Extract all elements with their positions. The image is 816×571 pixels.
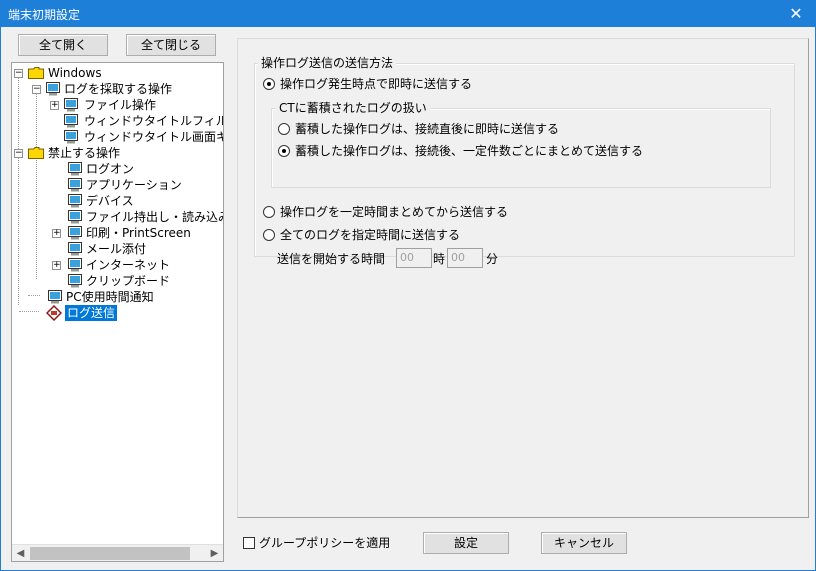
monitor-icon — [64, 98, 78, 112]
tree-item-windows[interactable]: − Windows — [12, 65, 212, 81]
monitor-icon — [48, 290, 62, 304]
tree-label: ウィンドウタイトルフィルタ — [84, 114, 223, 128]
radio-immediate[interactable]: 操作ログ発生時点で即時に送信する — [263, 76, 563, 92]
collapse-all-button[interactable]: 全て閉じる — [126, 34, 216, 56]
start-time-label: 送信を開始する時間 — [277, 252, 386, 266]
monitor-icon — [68, 162, 82, 176]
settings-button[interactable]: 設定 — [423, 532, 509, 554]
tree-item-internet[interactable]: + インターネット — [12, 257, 212, 273]
tree-item-logon[interactable]: ログオン — [12, 161, 212, 177]
minute-unit: 分 — [486, 252, 499, 266]
settings-tree[interactable]: − Windows − ログを採取する操作 + ファイル操作 ウィンドウタイトル… — [11, 62, 224, 562]
tree-label: Windows — [48, 66, 102, 80]
radio-scheduled[interactable]: 全てのログを指定時間に送信する — [263, 227, 563, 243]
tree-label: ウィンドウタイトル画面キャ — [84, 130, 223, 144]
tree-label: ログを採取する操作 — [64, 82, 173, 96]
title-bar: 端末初期設定 ✕ — [1, 1, 815, 27]
radio-button[interactable] — [278, 145, 290, 157]
tree-label: アプリケーション — [86, 178, 182, 192]
cancel-button-label: キャンセル — [553, 536, 614, 550]
tree-label: インターネット — [86, 258, 171, 272]
tree-label: ファイル操作 — [84, 98, 157, 112]
scroll-right-icon[interactable]: ▶ — [206, 545, 223, 561]
tree-label: デバイス — [86, 194, 134, 208]
radio-button[interactable] — [278, 123, 290, 135]
tree-label: メール添付 — [86, 242, 147, 256]
tree-item-mail-attach[interactable]: メール添付 — [12, 241, 212, 257]
tree-label-selected: ログ送信 — [65, 305, 118, 321]
monitor-icon — [68, 194, 82, 208]
folder-icon — [28, 67, 44, 79]
expand-icon[interactable]: + — [52, 261, 61, 270]
radio-button[interactable] — [263, 229, 275, 241]
close-icon: ✕ — [789, 4, 803, 23]
window-title: 端末初期設定 — [8, 8, 81, 22]
tree-item-window-title-screen[interactable]: ウィンドウタイトル画面キャ — [12, 129, 223, 145]
radio-ct-batch[interactable]: 蓄積した操作ログは、接続後、一定件数ごとにまとめて送信する — [278, 143, 758, 159]
tree-label: ファイル持出し・読み込み — [86, 210, 224, 224]
monitor-icon — [64, 130, 78, 144]
tree-item-file-transfer[interactable]: ファイル持出し・読み込み — [12, 209, 223, 225]
hour-unit: 時 — [433, 252, 446, 266]
tree-item-pc-usage-notify[interactable]: PC使用時間通知 — [12, 289, 212, 305]
ct-group-legend: CTに蓄積されたログの扱い — [276, 100, 430, 116]
monitor-icon — [64, 114, 78, 128]
log-send-icon — [46, 305, 62, 321]
scroll-left-icon[interactable]: ◀ — [12, 545, 29, 561]
monitor-icon — [46, 82, 60, 96]
hour-input[interactable]: 00 — [396, 248, 432, 268]
monitor-icon — [68, 274, 82, 288]
radio-label: 蓄積した操作ログは、接続直後に即時に送信する — [295, 122, 560, 136]
tree-label: PC使用時間通知 — [66, 290, 154, 304]
dialog-window: 端末初期設定 ✕ 全て開く 全て閉じる − Windows − ログを採取する操… — [0, 0, 816, 571]
cancel-button[interactable]: キャンセル — [541, 532, 627, 554]
radio-label: 全てのログを指定時間に送信する — [280, 228, 461, 242]
tree-label: クリップボード — [86, 274, 171, 288]
tree-label: 印刷・PrintScreen — [86, 226, 191, 240]
collapse-icon[interactable]: − — [14, 69, 23, 78]
radio-button[interactable] — [263, 78, 275, 90]
collapse-icon[interactable]: − — [14, 149, 23, 158]
ct-group: CTに蓄積されたログの扱い 蓄積した操作ログは、接続直後に即時に送信する 蓄積し… — [271, 100, 771, 188]
expand-icon[interactable]: + — [52, 229, 61, 238]
tree-label: 禁止する操作 — [48, 146, 121, 160]
radio-ct-immediate[interactable]: 蓄積した操作ログは、接続直後に即時に送信する — [278, 121, 698, 137]
settings-panel: 操作ログ送信の送信方法 操作ログ発生時点で即時に送信する CTに蓄積されたログの… — [237, 38, 809, 518]
tree-item-window-title-filter[interactable]: ウィンドウタイトルフィルタ — [12, 113, 223, 129]
tree-item-print[interactable]: + 印刷・PrintScreen — [12, 225, 212, 241]
collapse-all-label: 全て閉じる — [140, 38, 201, 52]
folder-icon — [28, 147, 44, 159]
expand-all-label: 全て開く — [38, 38, 87, 52]
minute-input[interactable]: 00 — [447, 248, 483, 268]
tree-label: ログオン — [86, 162, 135, 176]
radio-button[interactable] — [263, 206, 275, 218]
group-policy-checkbox[interactable] — [243, 537, 255, 549]
tree-item-collect-ops[interactable]: − ログを採取する操作 — [12, 81, 212, 97]
radio-label: 操作ログ発生時点で即時に送信する — [280, 77, 473, 91]
radio-label: 蓄積した操作ログは、接続後、一定件数ごとにまとめて送信する — [295, 144, 644, 158]
tree-item-device[interactable]: デバイス — [12, 193, 212, 209]
tree-item-file-ops[interactable]: + ファイル操作 — [12, 97, 223, 113]
scroll-thumb[interactable] — [30, 547, 190, 560]
tree-item-application[interactable]: アプリケーション — [12, 177, 212, 193]
expand-all-button[interactable]: 全て開く — [18, 34, 108, 56]
tree-item-log-send[interactable]: ログ送信 — [12, 305, 212, 321]
send-method-legend: 操作ログ送信の送信方法 — [258, 55, 397, 71]
settings-button-label: 設定 — [453, 536, 478, 550]
close-button[interactable]: ✕ — [777, 1, 815, 27]
monitor-icon — [68, 226, 82, 240]
monitor-icon — [68, 258, 82, 272]
collapse-icon[interactable]: − — [32, 85, 41, 94]
monitor-icon — [68, 178, 82, 192]
tree-item-prohibited-ops[interactable]: − 禁止する操作 — [12, 145, 212, 161]
radio-periodic[interactable]: 操作ログを一定時間まとめてから送信する — [263, 204, 563, 220]
group-policy-label: グループポリシーを適用 — [259, 536, 391, 550]
expand-icon[interactable]: + — [50, 101, 59, 110]
tree-horizontal-scrollbar[interactable]: ◀ ▶ — [12, 544, 223, 561]
monitor-icon — [68, 242, 82, 256]
radio-label: 操作ログを一定時間まとめてから送信する — [280, 205, 509, 219]
send-method-group: 操作ログ送信の送信方法 操作ログ発生時点で即時に送信する CTに蓄積されたログの… — [254, 55, 795, 268]
tree-item-clipboard[interactable]: クリップボード — [12, 273, 212, 289]
monitor-icon — [68, 210, 82, 224]
